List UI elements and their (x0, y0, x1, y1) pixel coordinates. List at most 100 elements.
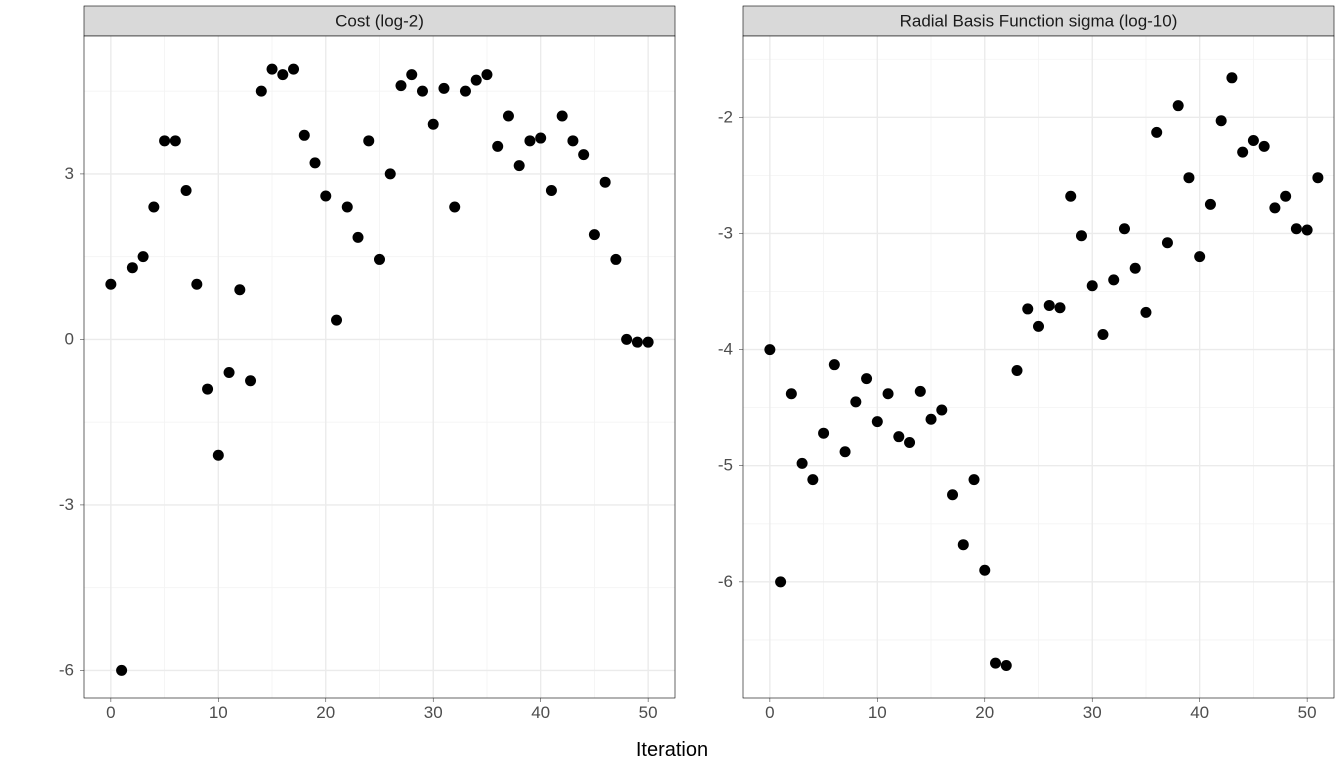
data-point (1151, 127, 1162, 138)
data-point (764, 344, 775, 355)
x-tick-label: 50 (1298, 703, 1317, 722)
data-point (1291, 223, 1302, 234)
data-point (1226, 72, 1237, 83)
data-point (936, 404, 947, 415)
y-tick-label: -2 (718, 107, 733, 126)
data-point (213, 450, 224, 461)
data-point (460, 86, 471, 97)
data-point (947, 489, 958, 500)
data-point (449, 202, 460, 213)
data-point (1205, 199, 1216, 210)
data-point (116, 665, 127, 676)
data-point (363, 135, 374, 146)
data-point (1054, 302, 1065, 313)
data-point (990, 658, 1001, 669)
data-point (514, 160, 525, 171)
data-point (567, 135, 578, 146)
data-point (1194, 251, 1205, 262)
y-tick-label: 0 (65, 329, 74, 348)
data-point (850, 396, 861, 407)
data-point (471, 75, 482, 86)
x-tick-label: 0 (106, 703, 115, 722)
data-point (127, 262, 138, 273)
data-point (299, 130, 310, 141)
data-point (1140, 307, 1151, 318)
data-point (138, 251, 149, 262)
y-tick-label: -3 (718, 223, 733, 242)
data-point (148, 202, 159, 213)
data-point (621, 334, 632, 345)
data-point (786, 388, 797, 399)
x-tick-label: 50 (639, 703, 658, 722)
y-tick-label: -3 (59, 495, 74, 514)
data-point (406, 69, 417, 80)
data-point (632, 337, 643, 348)
data-point (797, 458, 808, 469)
data-point (1173, 100, 1184, 111)
x-tick-label: 10 (868, 703, 887, 722)
y-tick-label: -5 (718, 456, 733, 475)
data-point (1280, 191, 1291, 202)
data-point (481, 69, 492, 80)
data-point (374, 254, 385, 265)
data-point (159, 135, 170, 146)
data-point (267, 64, 278, 75)
data-point (331, 315, 342, 326)
data-point (224, 367, 235, 378)
data-point (1119, 223, 1130, 234)
data-point (610, 254, 621, 265)
data-point (926, 414, 937, 425)
data-point (969, 474, 980, 485)
y-tick-label: -4 (718, 340, 733, 359)
data-point (288, 64, 299, 75)
data-point (1087, 280, 1098, 291)
data-point (872, 416, 883, 427)
data-point (1216, 115, 1227, 126)
data-point (320, 190, 331, 201)
data-point (105, 279, 116, 290)
y-tick-label: -6 (718, 572, 733, 591)
data-point (643, 337, 654, 348)
data-point (829, 359, 840, 370)
data-point (1248, 135, 1259, 146)
data-point (915, 386, 926, 397)
data-point (1108, 274, 1119, 285)
x-axis-label: Iteration (636, 739, 708, 761)
data-point (1269, 202, 1280, 213)
data-point (861, 373, 872, 384)
data-point (234, 284, 245, 295)
data-point (1022, 303, 1033, 314)
data-point (256, 86, 267, 97)
data-point (428, 119, 439, 130)
data-point (979, 565, 990, 576)
data-point (524, 135, 535, 146)
data-point (600, 177, 611, 188)
x-tick-label: 10 (209, 703, 228, 722)
x-tick-label: 40 (531, 703, 550, 722)
data-point (1033, 321, 1044, 332)
data-point (1012, 365, 1023, 376)
data-point (492, 141, 503, 152)
data-point (1076, 230, 1087, 241)
data-point (385, 168, 396, 179)
data-point (353, 232, 364, 243)
data-point (546, 185, 557, 196)
facet-title: Radial Basis Function sigma (log-10) (900, 11, 1178, 30)
x-tick-label: 40 (1190, 703, 1209, 722)
data-point (557, 110, 568, 121)
data-point (807, 474, 818, 485)
y-tick-label: 3 (65, 164, 74, 183)
data-point (1237, 147, 1248, 158)
data-point (202, 384, 213, 395)
data-point (589, 229, 600, 240)
data-point (818, 428, 829, 439)
x-tick-label: 30 (424, 703, 443, 722)
data-point (1162, 237, 1173, 248)
data-point (170, 135, 181, 146)
data-point (958, 539, 969, 550)
data-point (535, 133, 546, 144)
facet-chart: Cost (log-2)01020304050-6-303Radial Basi… (0, 0, 1344, 768)
data-point (191, 279, 202, 290)
y-tick-label: -6 (59, 660, 74, 679)
data-point (1259, 141, 1270, 152)
